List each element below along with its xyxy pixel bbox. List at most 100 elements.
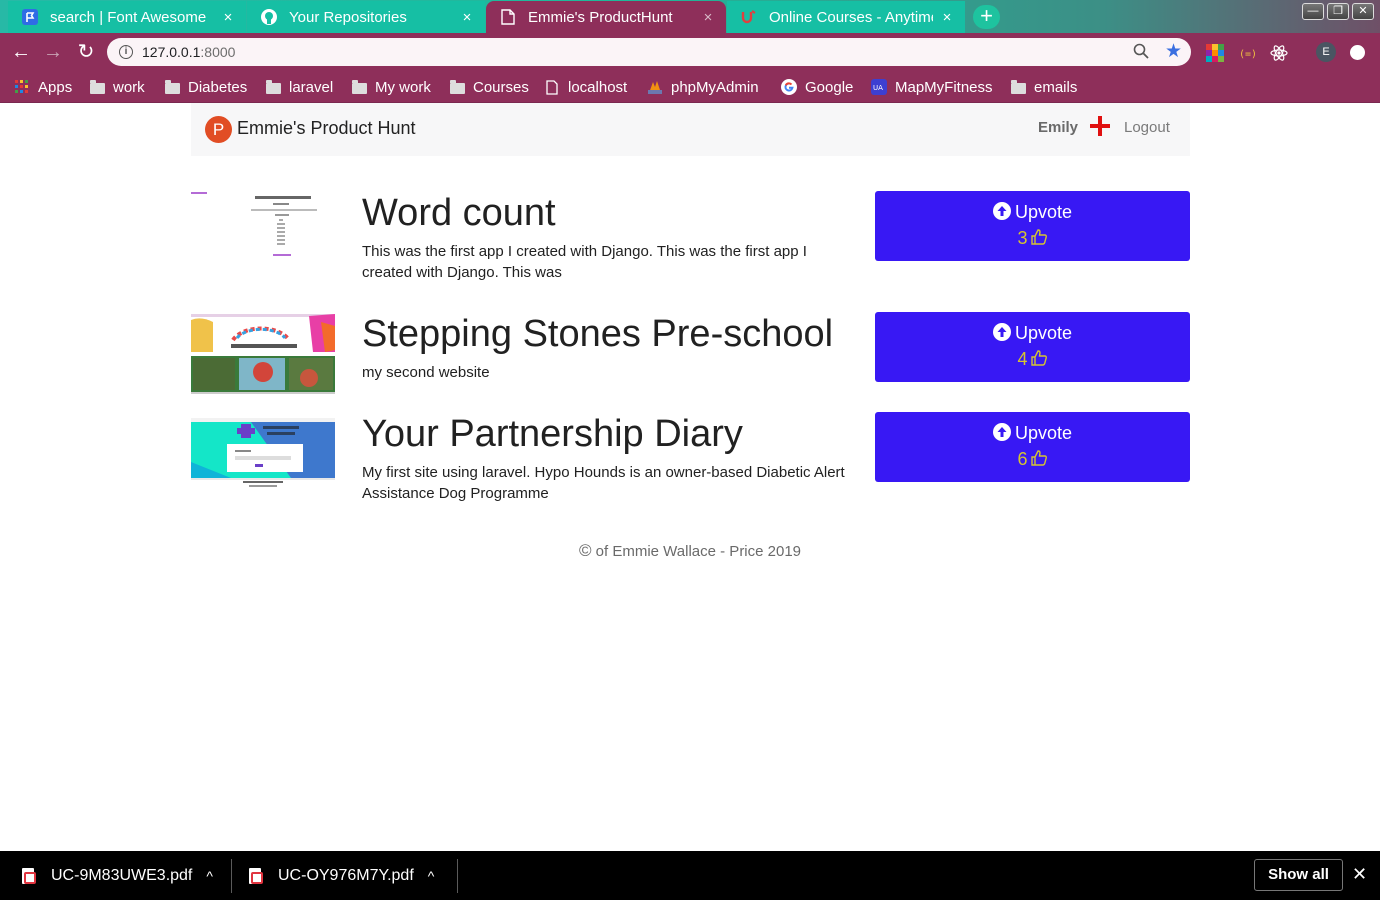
upvote-label: Upvote (1014, 202, 1073, 222)
download-divider (457, 859, 458, 893)
pdf-file-icon (22, 867, 36, 884)
download-item[interactable]: UC-9M83UWE3.pdf ^ (22, 851, 213, 900)
upvote-label: Upvote (1014, 423, 1073, 443)
chevron-up-icon[interactable]: ^ (206, 868, 213, 884)
download-item[interactable]: UC-OY976M7Y.pdf ^ (249, 851, 434, 900)
site-navbar: P Emmie's Product Hunt Emily Logout (191, 103, 1190, 156)
phpmyadmin-icon (647, 79, 663, 95)
product-title[interactable]: Stepping Stones Pre-school (362, 313, 833, 356)
bookmark-folder-emails[interactable]: emails (1010, 76, 1077, 98)
show-all-downloads-button[interactable]: Show all (1254, 859, 1343, 891)
download-divider (231, 859, 232, 893)
tab-close-icon[interactable]: × (220, 9, 236, 26)
profile-avatar[interactable]: E (1316, 42, 1336, 62)
upvote-button[interactable]: Upvote 4 (875, 312, 1190, 382)
bookmark-phpmyadmin[interactable]: phpMyAdmin (647, 76, 759, 98)
react-devtools-icon[interactable] (1270, 44, 1288, 62)
bookmark-label: Google (805, 78, 854, 96)
product-title[interactable]: Your Partnership Diary (362, 413, 743, 456)
udemy-icon (741, 9, 757, 25)
reload-button[interactable]: ↻ (73, 39, 99, 65)
close-shelf-icon[interactable]: ✕ (1352, 864, 1367, 885)
bookmark-localhost[interactable]: localhost (544, 76, 627, 98)
nav-username[interactable]: Emily (1038, 119, 1078, 136)
product-hunt-logo-icon[interactable]: P (205, 116, 232, 143)
mapmyfitness-icon: UA (871, 79, 887, 95)
bookmark-label: Diabetes (188, 78, 248, 96)
add-product-plus-icon[interactable] (1090, 114, 1110, 138)
bookmark-apps[interactable]: Apps (14, 76, 72, 98)
browser-tab-producthunt-active[interactable]: Emmie's ProductHunt × (486, 1, 726, 33)
bookmark-folder-laravel[interactable]: laravel (265, 76, 333, 98)
browser-tab-font-awesome[interactable]: search | Font Awesome × (8, 1, 246, 33)
product-description: My first site using laravel. Hypo Hounds… (362, 464, 845, 502)
product-thumbnail[interactable] (191, 191, 335, 261)
forward-button[interactable]: → (40, 39, 66, 65)
bookmark-label: My work (375, 78, 431, 96)
code-extension-icon[interactable]: (=) (1238, 44, 1257, 62)
product-description: my second website (362, 364, 490, 381)
bookmark-folder-courses[interactable]: Courses (449, 76, 529, 98)
apps-grid-icon (14, 79, 30, 95)
browser-menu-icon[interactable] (1350, 45, 1365, 60)
page-icon (544, 79, 560, 95)
bookmark-label: MapMyFitness (895, 78, 993, 96)
thumbs-up-icon (1028, 228, 1048, 248)
thumbs-up-icon (1028, 349, 1048, 369)
product-thumbnail[interactable] (191, 412, 335, 490)
bookmark-label: Apps (38, 78, 73, 96)
chevron-up-icon[interactable]: ^ (428, 868, 435, 884)
tab-close-icon[interactable]: × (459, 9, 475, 26)
product-item: Your Partnership Diary My first site usi… (191, 412, 1190, 512)
close-window-button[interactable]: ✕ (1352, 3, 1374, 20)
web-page: P Emmie's Product Hunt Emily Logout Word… (0, 103, 1380, 851)
upvote-button[interactable]: Upvote 6 (875, 412, 1190, 482)
back-button[interactable]: ← (8, 39, 34, 65)
bookmark-label: phpMyAdmin (671, 78, 759, 96)
bookmark-folder-my-work[interactable]: My work (351, 76, 431, 98)
folder-icon (265, 79, 281, 95)
pdf-file-icon (249, 867, 263, 884)
footer-text: of Emmie Wallace - Price 2019 (595, 543, 802, 560)
browser-tab-repositories[interactable]: Your Repositories × (247, 1, 485, 33)
site-brand-name[interactable]: Emmie's Product Hunt (237, 118, 416, 139)
bookmark-folder-work[interactable]: work (89, 76, 145, 98)
new-tab-button[interactable]: + (973, 5, 1000, 29)
bookmark-google[interactable]: Google (781, 76, 853, 98)
product-title[interactable]: Word count (362, 192, 556, 235)
tab-title: Emmie's ProductHunt (528, 8, 673, 26)
bookmark-star-icon[interactable]: ★ (1165, 40, 1182, 63)
folder-icon (449, 79, 465, 95)
tab-close-icon[interactable]: × (939, 9, 955, 26)
arrow-circle-up-icon (992, 423, 1011, 441)
bookmark-folder-diabetes[interactable]: Diabetes (164, 76, 247, 98)
address-bar[interactable]: i 127.0.0.1:8000 ★ (107, 38, 1191, 66)
thumbs-up-icon (1028, 449, 1048, 469)
address-url[interactable]: 127.0.0.1:8000 (142, 44, 235, 60)
site-info-icon[interactable]: i (119, 45, 133, 59)
download-filename: UC-9M83UWE3.pdf (51, 866, 193, 884)
color-palette-extension-icon[interactable] (1206, 44, 1224, 62)
search-zoom-icon[interactable] (1133, 43, 1149, 64)
svg-text:UA: UA (873, 84, 883, 92)
bookmark-label: localhost (568, 78, 628, 96)
browser-tab-udemy[interactable]: Online Courses - Anytime × (727, 1, 965, 33)
product-thumbnail[interactable] (191, 312, 335, 396)
upvote-button[interactable]: Upvote 3 (875, 191, 1190, 261)
vote-count: 4 (1017, 349, 1028, 369)
tab-close-icon[interactable]: × (700, 9, 716, 26)
logout-link[interactable]: Logout (1124, 119, 1170, 136)
bookmarks-bar: Apps work Diabetes laravel My work Cours… (0, 71, 1380, 103)
arrow-circle-up-icon (992, 323, 1011, 341)
site-footer: © of Emmie Wallace - Price 2019 (0, 541, 1380, 561)
copyright-icon: © (578, 541, 592, 560)
folder-icon (1010, 79, 1026, 95)
bookmark-label: work (113, 78, 145, 96)
downloads-shelf: UC-9M83UWE3.pdf ^ UC-OY976M7Y.pdf ^ Show… (0, 851, 1380, 900)
bookmark-mapmyfitness[interactable]: UA MapMyFitness (871, 76, 993, 98)
tab-title: Online Courses - Anytime (769, 8, 933, 26)
restore-window-button[interactable]: ❐ (1327, 3, 1349, 20)
product-item: Stepping Stones Pre-school my second web… (191, 312, 1190, 402)
minimize-window-button[interactable]: — (1302, 3, 1324, 20)
vote-count: 6 (1017, 449, 1028, 469)
